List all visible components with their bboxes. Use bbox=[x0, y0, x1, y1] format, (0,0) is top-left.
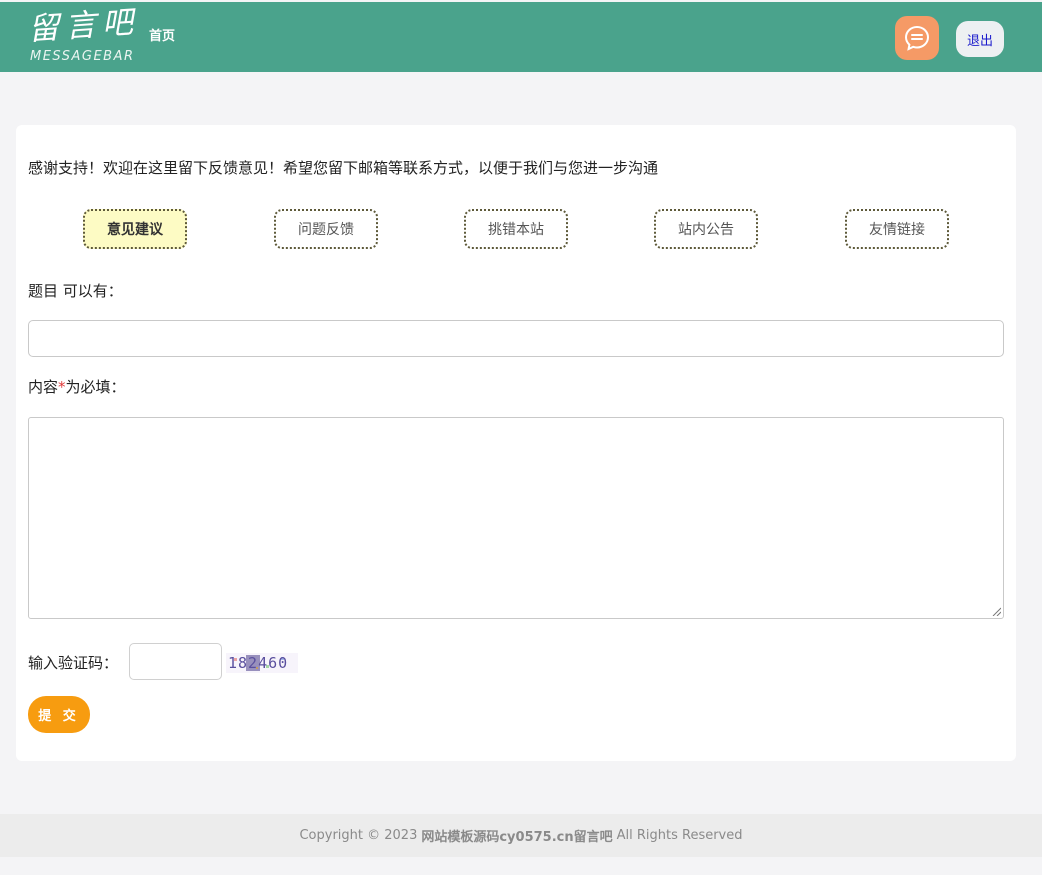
title-label: 题目 可以有： bbox=[28, 282, 123, 300]
tab-friend-links[interactable]: 友情链接 bbox=[845, 209, 949, 249]
chat-bubble-icon bbox=[904, 25, 930, 51]
intro-text: 感谢支持！欢迎在这里留下反馈意见！希望您留下邮箱等联系方式，以便于我们与您进一步… bbox=[28, 159, 659, 177]
content-label: 内容*为必填： bbox=[28, 377, 126, 397]
required-mark: * bbox=[58, 378, 66, 396]
top-bar: 留言吧 MESSAGEBAR 首页 退出 bbox=[0, 2, 1042, 72]
tab-issue-feedback[interactable]: 问题反馈 bbox=[274, 209, 378, 249]
logout-button[interactable]: 退出 bbox=[956, 21, 1004, 57]
captcha-code: 182460 bbox=[228, 654, 289, 672]
submit-button[interactable]: 提 交 bbox=[28, 696, 90, 733]
copyright-suffix: All Rights Reserved bbox=[616, 828, 743, 843]
content-label-prefix: 内容 bbox=[28, 378, 59, 396]
logo-text-cn: 留言吧 bbox=[26, 4, 141, 48]
copyright-prefix: Copyright © 2023 bbox=[299, 828, 418, 843]
home-link[interactable]: 首页 bbox=[149, 28, 175, 46]
site-logo[interactable]: 留言吧 MESSAGEBAR bbox=[27, 4, 140, 68]
title-input[interactable] bbox=[28, 320, 1004, 357]
logo-text-en: MESSAGEBAR bbox=[30, 49, 135, 64]
feedback-card: 感谢支持！欢迎在这里留下反馈意见！希望您留下邮箱等联系方式，以便于我们与您进一步… bbox=[16, 125, 1016, 761]
content-label-suffix: 为必填： bbox=[65, 378, 126, 396]
captcha-label: 输入验证码： bbox=[28, 654, 119, 672]
tab-announcements[interactable]: 站内公告 bbox=[654, 209, 758, 249]
tab-suggestion[interactable]: 意见建议 bbox=[83, 209, 187, 249]
tab-report-error[interactable]: 挑错本站 bbox=[464, 209, 568, 249]
resize-grip-icon[interactable] bbox=[991, 606, 1001, 616]
content-textarea[interactable] bbox=[28, 417, 1004, 619]
captcha-image[interactable]: 182460 bbox=[226, 653, 298, 673]
captcha-input[interactable] bbox=[129, 643, 222, 680]
footer-site-link[interactable]: 网站模板源码cy0575.cn留言吧 bbox=[421, 826, 612, 845]
footer: Copyright © 2023 网站模板源码cy0575.cn留言吧 All … bbox=[0, 814, 1042, 857]
message-button[interactable] bbox=[895, 16, 939, 60]
